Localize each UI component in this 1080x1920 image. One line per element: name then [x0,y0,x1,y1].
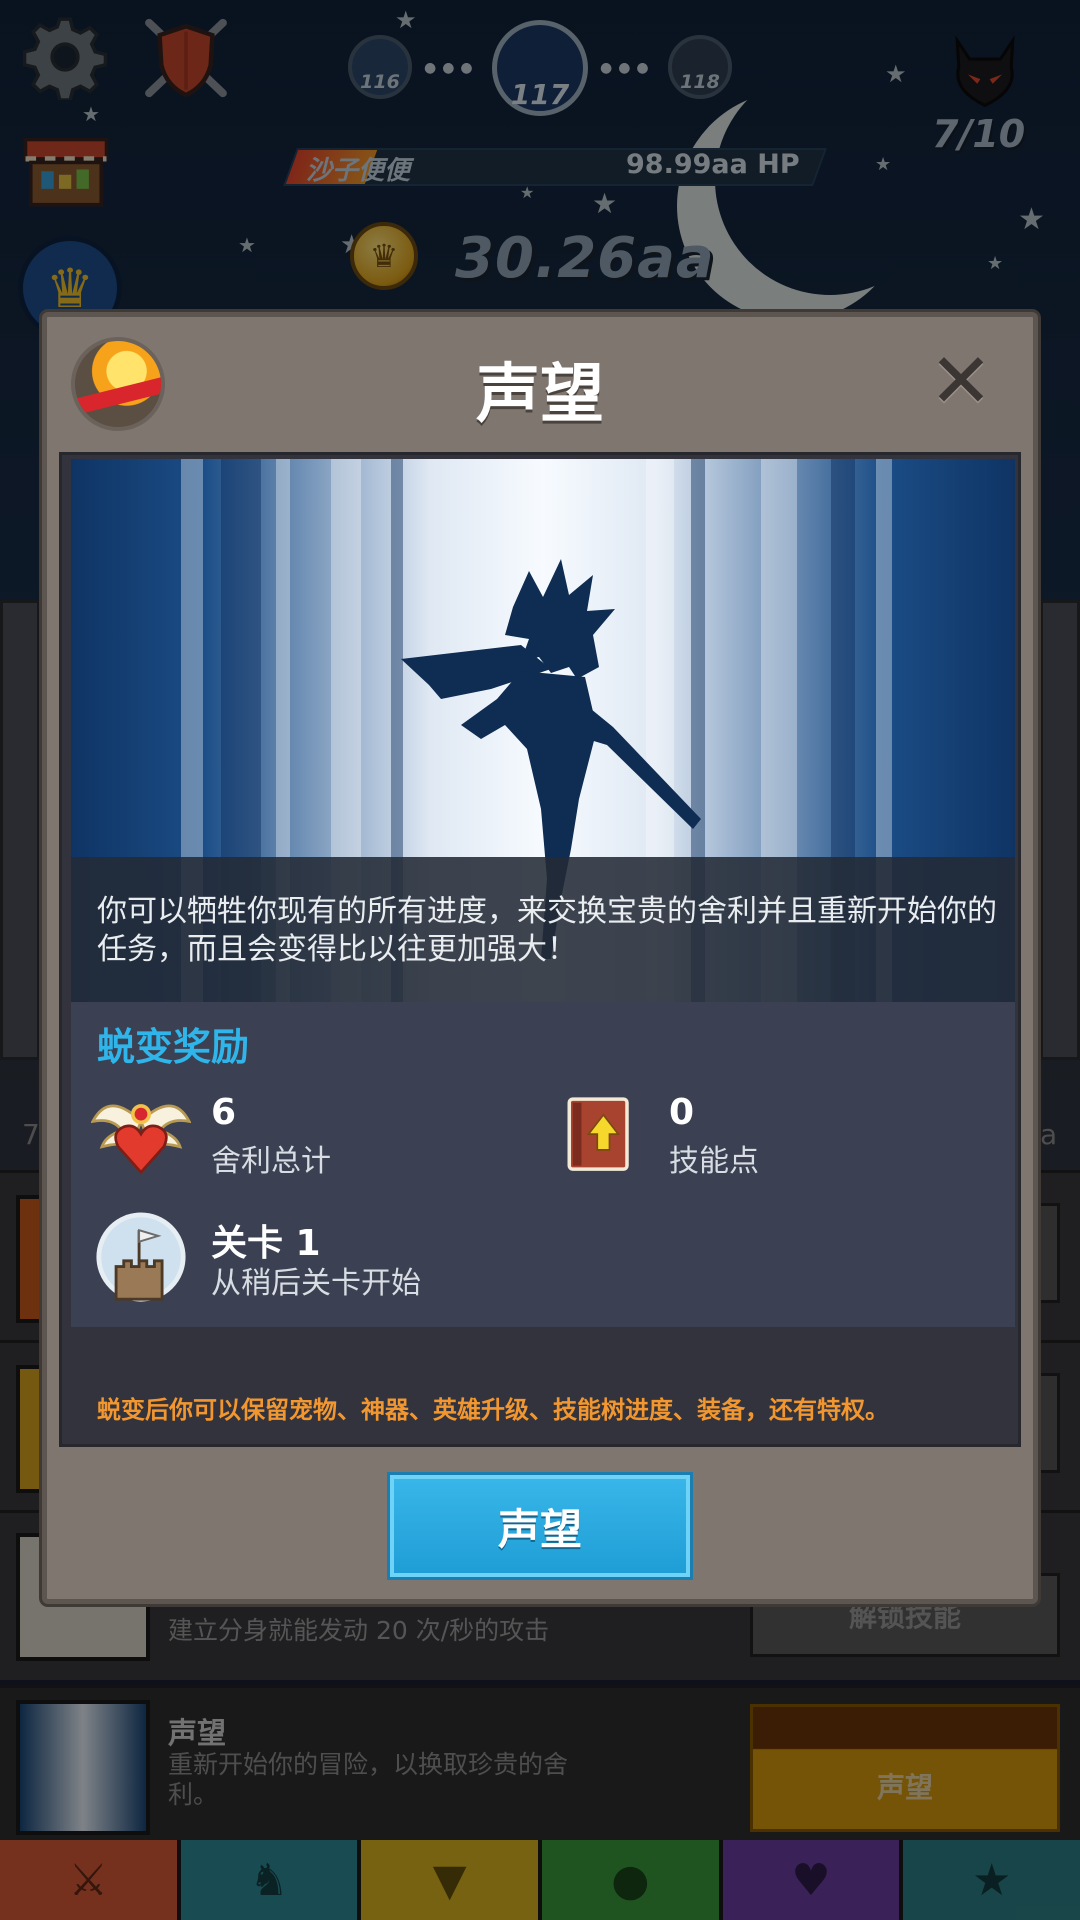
rewards-title: 蜕变奖励 [97,1025,250,1069]
dialog-title: 声望 [476,358,604,432]
skill-points-value: 0 [669,1092,695,1133]
prestige-dialog: 声望 ✕ 你可以牺牲你现有的所有进度，来交换宝贵的舍利并且重新开始你的任务，而且… [42,312,1038,1604]
skill-points-label: 技能点 [669,1144,759,1179]
prestige-description-band: 你可以牺牲你现有的所有进度，来交换宝贵的舍利并且重新开始你的任务，而且会变得比以… [71,857,1015,1002]
castle-flag-icon [91,1212,191,1302]
prestige-description: 你可以牺牲你现有的所有进度，来交换宝贵的舍利并且重新开始你的任务，而且会变得比以… [97,894,997,967]
dialog-body: 你可以牺牲你现有的所有进度，来交换宝贵的舍利并且重新开始你的任务，而且会变得比以… [59,452,1021,1447]
relics-total-value: 6 [211,1092,237,1133]
prestige-confirm-button[interactable]: 声望 [390,1475,690,1577]
winged-heart-icon [91,1090,191,1180]
skill-book-icon [549,1090,649,1180]
prestige-keep-note: 蜕变后你可以保留宠物、神器、英雄升级、技能树进度、装备，还有特权。 [97,1396,889,1424]
dialog-header: 声望 ✕ [47,317,1033,452]
start-stage-label: 从稍后关卡开始 [211,1266,421,1301]
prestige-hero-art: 你可以牺牲你现有的所有进度，来交换宝贵的舍利并且重新开始你的任务，而且会变得比以… [71,459,1015,1002]
relics-total-label: 舍利总计 [211,1144,331,1179]
close-icon[interactable]: ✕ [927,343,995,419]
rewards-panel: 蜕变奖励 6 舍利总计 0 技能点 关卡 1 从稍后关卡开始 [71,1002,1015,1327]
